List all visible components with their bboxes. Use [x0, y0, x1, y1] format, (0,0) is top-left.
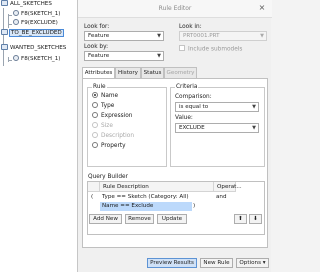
rule-option-description[interactable]: Description	[92, 131, 134, 140]
folder-icon	[1, 43, 8, 50]
query-col-description: Rule Description	[100, 182, 214, 192]
radio-icon	[92, 111, 98, 118]
new-rule-button[interactable]: New Rule	[200, 258, 233, 268]
tree-item-to-be-excluded[interactable]: TO_BE_EXCLUDED	[1, 28, 64, 38]
preview-results-button[interactable]: Preview Results	[147, 258, 197, 268]
chevron-down-icon: ▼	[157, 53, 161, 59]
dialog-title: Rule Editor	[158, 5, 192, 12]
tree-item-wanted-f8-sketch[interactable]: F8(SKETCH_1)	[13, 54, 60, 64]
look-in-select[interactable]: PRT0001.PRT ▼	[179, 31, 267, 41]
close-icon[interactable]: ×	[257, 3, 267, 13]
add-new-button[interactable]: Add New	[89, 214, 122, 224]
criteria-group: Criteria Comparison: is equal to ▼ Value:…	[170, 84, 265, 167]
tree-item-all-sketches[interactable]: ALL_SKETCHES	[1, 0, 52, 9]
include-submodels-checkbox[interactable]: Include submodels	[179, 45, 242, 53]
look-for-select[interactable]: Feature ▼	[84, 31, 164, 41]
query-builder-title: Query Builder	[87, 174, 129, 180]
look-for-label: Look for:	[84, 24, 110, 30]
tab-status[interactable]: Status	[141, 67, 164, 78]
rule-editor-dialog: Rule Editor × Look for: Feature ▼ Look in…	[77, 0, 272, 272]
rule-option-type[interactable]: Type	[92, 101, 114, 110]
query-row[interactable]: ( Type == Sketch (Category: All) and	[88, 193, 264, 202]
tree-item-wanted-sketches[interactable]: WANTED_SKETCHES	[1, 43, 66, 53]
radio-icon	[92, 121, 98, 128]
attributes-panel: Rule Name Type Expression Size Descripti…	[82, 78, 268, 248]
query-open-paren: (	[91, 194, 94, 200]
chevron-down-icon: ▼	[157, 33, 161, 39]
value-select[interactable]: EXCLUDE ▼	[175, 123, 259, 133]
tree-item-f8-sketch[interactable]: F8(SKETCH_1)	[13, 9, 60, 19]
rule-option-expression[interactable]: Expression	[92, 111, 132, 120]
query-close-paren: )	[193, 203, 196, 209]
rule-option-name[interactable]: Name	[92, 91, 118, 100]
query-col-paren	[88, 182, 100, 192]
sketch-feature-icon	[13, 54, 19, 61]
move-down-icon[interactable]: ⬇	[249, 214, 262, 224]
dialog-titlebar: Rule Editor ×	[78, 0, 272, 18]
tab-geometry[interactable]: Geometry	[164, 67, 197, 78]
radio-icon	[92, 131, 98, 138]
tree-connector	[8, 24, 12, 25]
model-tree: ALL_SKETCHES F8(SKETCH_1) F9(EXCLUDE) TO…	[0, 0, 82, 272]
radio-icon	[92, 141, 98, 148]
move-up-icon[interactable]: ⬆	[234, 214, 247, 224]
tree-connector	[8, 15, 12, 16]
tree-connector	[8, 14, 9, 28]
rule-group-title: Rule	[92, 84, 107, 90]
value-label: Value:	[175, 115, 193, 121]
folder-icon	[1, 0, 8, 6]
criteria-group-title: Criteria	[175, 84, 199, 90]
sketch-feature-icon	[13, 18, 19, 25]
query-table: Rule Description Operat... ( Type == Ske…	[87, 181, 265, 235]
rule-group: Rule Name Type Expression Size Descripti…	[87, 84, 167, 167]
query-row[interactable]: Name == Exclude )	[88, 202, 264, 211]
query-rule-description: Name == Exclude	[100, 202, 192, 211]
chevron-down-icon: ▼	[252, 125, 256, 131]
query-col-operator: Operat...	[214, 182, 242, 192]
remove-button[interactable]: Remove	[125, 214, 154, 224]
folder-icon	[1, 28, 8, 35]
look-by-label: Look by:	[84, 44, 109, 50]
look-in-label: Look in:	[179, 24, 202, 30]
query-builder-group: Query Builder Rule Description Operat...…	[87, 174, 265, 246]
tab-history[interactable]: History	[115, 67, 141, 78]
comparison-label: Comparison:	[175, 94, 212, 100]
options-button[interactable]: Options ▾	[236, 258, 269, 268]
sketch-feature-icon	[13, 9, 19, 16]
update-button[interactable]: Update	[157, 214, 187, 224]
rule-option-property[interactable]: Property	[92, 141, 126, 150]
radio-icon	[92, 91, 98, 98]
tree-item-f9-exclude[interactable]: F9(EXCLUDE)	[13, 18, 58, 28]
query-rule-description: Type == Sketch (Category: All)	[102, 194, 189, 200]
checkbox-icon	[179, 45, 185, 51]
tree-connector	[8, 60, 12, 61]
query-operator: and	[216, 194, 227, 200]
rule-option-size[interactable]: Size	[92, 121, 113, 130]
radio-icon	[92, 101, 98, 108]
chevron-down-icon: ▾	[262, 260, 266, 266]
chevron-down-icon: ▼	[260, 33, 264, 39]
comparison-select[interactable]: is equal to ▼	[175, 102, 259, 112]
look-by-select[interactable]: Feature ▼	[84, 51, 164, 61]
chevron-down-icon: ▼	[252, 104, 256, 110]
